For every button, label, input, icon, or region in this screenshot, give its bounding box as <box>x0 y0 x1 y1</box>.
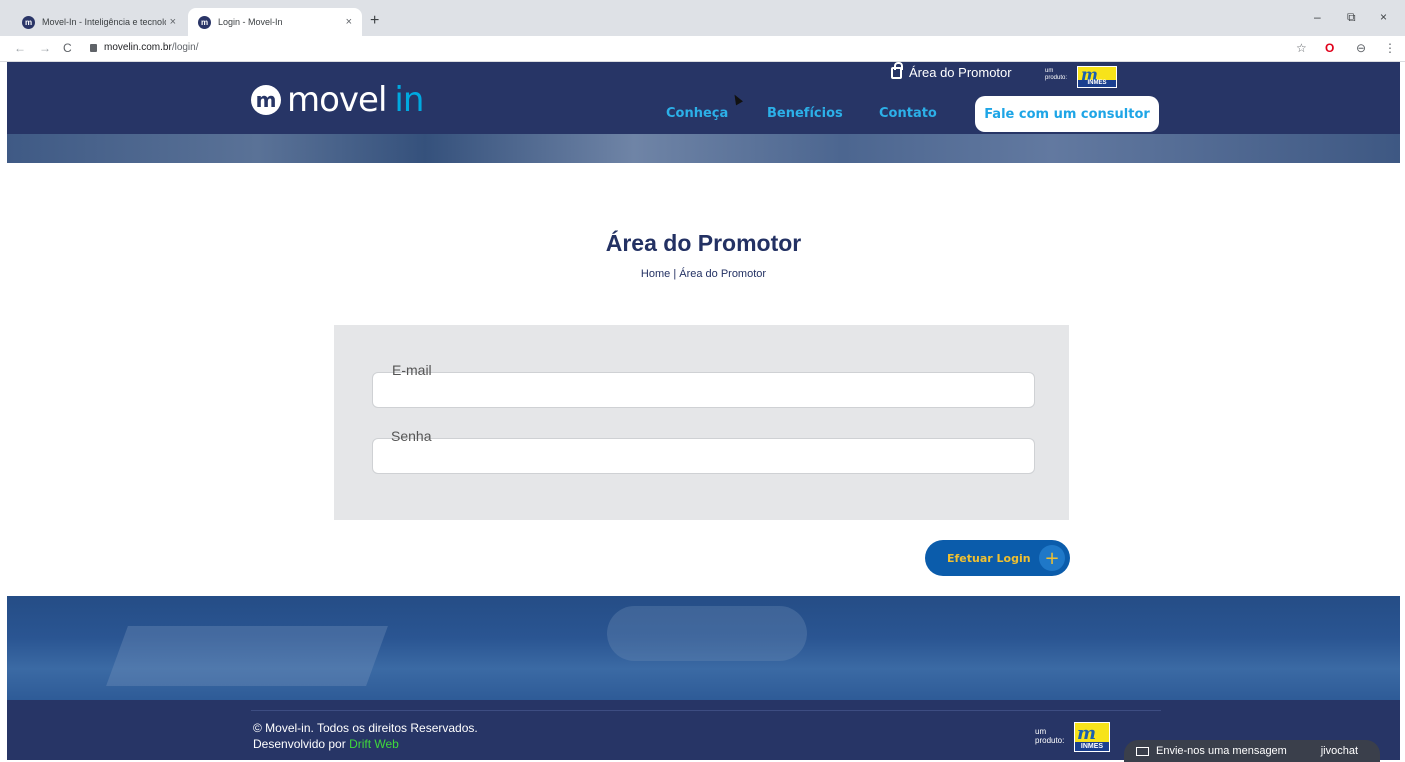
password-label: Senha <box>391 428 432 444</box>
nav-beneficios[interactable]: Benefícios <box>767 106 843 121</box>
movelin-favicon-icon: m <box>198 15 211 29</box>
minimize-icon[interactable]: – <box>1314 10 1321 24</box>
login-button[interactable]: Efetuar Login + <box>925 540 1070 576</box>
footer-um-produto-label: um produto: <box>1035 727 1065 745</box>
close-tab-icon[interactable]: × <box>170 16 176 28</box>
tab-title: Login - Movel-In <box>218 17 283 27</box>
banner-laptop-shape <box>106 626 388 686</box>
footer-inmes-mark-icon: m <box>1077 723 1097 744</box>
developed-by-line: Desenvolvido por Drift Web <box>253 736 478 752</box>
login-form <box>334 325 1069 520</box>
bookmark-star-icon[interactable]: ☆ <box>1296 41 1307 55</box>
banner-hand-shape <box>607 606 807 661</box>
chat-label: Envie-nos uma mensagem <box>1156 745 1287 757</box>
browser-tab-bar: m Movel-In - Inteligência e tecnolo × m … <box>0 0 1405 36</box>
promotor-area-link[interactable]: Área do Promotor <box>891 61 1012 80</box>
chat-widget[interactable]: Envie-nos uma mensagem jivochat <box>1124 740 1380 762</box>
browser-tab-movelin[interactable]: m Movel-In - Inteligência e tecnolo × <box>12 8 186 36</box>
lock-icon <box>90 43 97 52</box>
talk-to-consultant-button[interactable]: Fale com um consultor <box>975 96 1159 132</box>
new-tab-button[interactable]: + <box>370 12 379 30</box>
email-input[interactable] <box>373 373 1034 407</box>
header-photo-strip <box>7 134 1400 163</box>
movelin-favicon-icon: m <box>22 15 35 29</box>
address-bar: ← → C movelin.com.br/login/ ☆ O ⊖ ⋮ <box>0 36 1405 62</box>
breadcrumb[interactable]: Home | Área do Promotor <box>7 268 1400 280</box>
site-header: m movel in Área do Promotor um produto: … <box>7 61 1400 163</box>
developed-by-label: Desenvolvido por <box>253 737 350 751</box>
logo-word-in: in <box>394 80 424 120</box>
url-path: /login/ <box>171 42 199 53</box>
page-title: Área do Promotor <box>605 230 802 256</box>
url-field[interactable]: movelin.com.br/login/ <box>90 42 199 53</box>
chat-brand: jivochat <box>1320 745 1358 757</box>
password-input[interactable] <box>373 439 1034 473</box>
tab-title: Movel-In - Inteligência e tecnolo <box>42 17 166 27</box>
footer-divider <box>251 710 1161 711</box>
back-icon[interactable]: ← <box>14 41 26 55</box>
footer-inmes-logo[interactable]: m INMES <box>1074 722 1110 752</box>
logo-mark-icon: m <box>251 85 281 115</box>
um-produto-label: um produto: <box>1045 68 1068 81</box>
footer-banner-image <box>7 596 1400 700</box>
reload-icon[interactable]: C <box>63 41 72 55</box>
profile-icon[interactable]: ⊖ <box>1356 41 1366 55</box>
email-field[interactable] <box>372 372 1035 408</box>
login-section: Área do Promotor Home | Área do Promotor… <box>7 163 1400 596</box>
login-button-label: Efetuar Login <box>947 551 1031 565</box>
close-tab-icon[interactable]: × <box>346 16 352 28</box>
plus-icon: + <box>1039 545 1065 571</box>
password-field[interactable] <box>372 438 1035 474</box>
close-window-icon[interactable]: × <box>1380 10 1387 24</box>
copyright-text: © Movel-in. Todos os direitos Reservados… <box>253 721 478 735</box>
promotor-link-label: Área do Promotor <box>909 65 1012 80</box>
email-label: E-mail <box>392 362 432 378</box>
opera-icon[interactable]: O <box>1325 41 1334 55</box>
envelope-icon <box>1136 746 1149 756</box>
forward-icon[interactable]: → <box>39 41 51 55</box>
url-host: movelin.com.br <box>104 42 172 53</box>
padlock-icon <box>891 61 903 79</box>
footer-copyright: © Movel-in. Todos os direitos Reservados… <box>253 720 478 752</box>
restore-icon[interactable]: ⧉ <box>1347 10 1356 25</box>
inmes-logo[interactable]: m INMES <box>1077 65 1117 88</box>
logo-word-movel: movel <box>287 80 387 120</box>
developer-link[interactable]: Drift Web <box>349 737 399 751</box>
inmes-label: INMES <box>1078 80 1116 87</box>
nav-conheca[interactable]: Conheça <box>666 106 728 121</box>
footer-inmes-label: INMES <box>1075 742 1109 751</box>
browser-menu-icon[interactable]: ⋮ <box>1384 41 1396 55</box>
nav-contato[interactable]: Contato <box>879 106 937 121</box>
movelin-logo[interactable]: m movel in <box>251 80 424 120</box>
browser-tab-login[interactable]: m Login - Movel-In × <box>188 8 362 36</box>
